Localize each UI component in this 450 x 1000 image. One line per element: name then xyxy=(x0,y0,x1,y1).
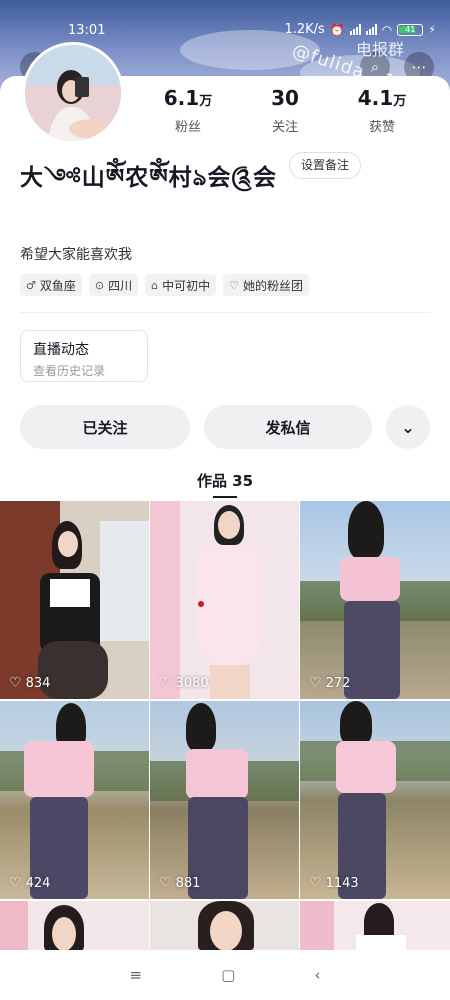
video-thumbnail[interactable]: ♡ 272 xyxy=(300,501,450,699)
stat-likes[interactable]: 4.1万 获赞 xyxy=(334,86,430,135)
tag-label: 双鱼座 xyxy=(39,278,76,293)
divider xyxy=(20,312,430,313)
tag-label: 四川 xyxy=(108,278,133,293)
works-grid: ♡ 834 ♡ 3080 ♡ 272 ♡ 424 ♡ 881 ♡ 1143 xyxy=(0,501,450,951)
chevron-down-icon[interactable]: ⌄ xyxy=(386,405,430,449)
battery-level: 41 xyxy=(405,24,416,34)
live-history-card[interactable]: 直播动态 查看历史记录 xyxy=(20,330,148,382)
heart-icon: ♡ xyxy=(159,875,172,891)
stat-label: 粉丝 xyxy=(174,120,201,135)
video-thumbnail[interactable]: ♡ 1143 xyxy=(300,701,450,899)
set-remark-button[interactable]: 设置备注 xyxy=(289,152,362,179)
avatar-image xyxy=(25,45,121,141)
heart-icon: ♡ xyxy=(9,675,22,691)
stat-followers[interactable]: 6.1万 粉丝 xyxy=(140,86,236,135)
stat-value: 6.1万 xyxy=(163,86,213,110)
status-indicators: 1.2K/s ⏰ ◠ 41 ⚡ xyxy=(284,22,436,37)
like-count: ♡ 272 xyxy=(309,675,351,691)
status-bar: 13:01 1.2K/s ⏰ ◠ 41 ⚡ xyxy=(0,0,450,38)
tag-location: ⊙ 四川 xyxy=(88,274,139,296)
profile-actions: 已关注 发私信 ⌄ xyxy=(20,405,430,449)
like-count: ♡ 1143 xyxy=(309,875,359,891)
tag-label: 中可初中 xyxy=(162,278,211,293)
avatar[interactable] xyxy=(22,42,124,144)
like-count: ♡ 834 xyxy=(9,675,51,691)
profile-bio: 希望大家能喜欢我 xyxy=(20,247,132,263)
video-thumbnail[interactable]: ♡ 881 xyxy=(150,701,299,899)
video-thumbnail[interactable] xyxy=(150,901,299,951)
status-time: 13:01 xyxy=(68,23,106,38)
school-icon: ⌂ xyxy=(151,278,159,292)
followed-button[interactable]: 已关注 xyxy=(20,405,190,449)
stat-label: 关注 xyxy=(271,120,298,135)
tag-fan-group[interactable]: ♡ 她的粉丝团 xyxy=(223,274,310,296)
gender-icon: ♂ xyxy=(26,278,36,292)
profile-tags: ♂ 双鱼座 ⊙ 四川 ⌂ 中可初中 ♡ 她的粉丝团 xyxy=(20,274,310,296)
wifi-icon: ◠ xyxy=(381,22,393,37)
stat-label: 获赞 xyxy=(368,120,395,135)
tag-school[interactable]: ⌂ 中可初中 xyxy=(145,274,217,296)
profile-nickname: 大༺山ༀ农ༀ村ঌ会༊会 xyxy=(20,165,277,191)
home-icon[interactable]: ▢ xyxy=(221,966,235,984)
signal-icon xyxy=(365,24,377,35)
stat-value: 4.1万 xyxy=(357,86,407,110)
fan-group-icon: ♡ xyxy=(229,278,239,292)
like-count: ♡ 881 xyxy=(159,875,201,891)
heart-icon: ♡ xyxy=(159,675,172,691)
heart-icon: ♡ xyxy=(309,875,322,891)
live-card-subtitle: 查看历史记录 xyxy=(33,364,106,378)
send-message-button[interactable]: 发私信 xyxy=(204,405,372,449)
video-thumbnail[interactable]: ♡ 424 xyxy=(0,701,149,899)
network-speed: 1.2K/s xyxy=(284,22,325,37)
tab-works[interactable]: 作品 35 xyxy=(0,470,450,491)
alarm-icon: ⏰ xyxy=(329,22,345,37)
like-count: ♡ 424 xyxy=(9,875,51,891)
tag-label: 她的粉丝团 xyxy=(243,278,304,293)
video-thumbnail[interactable] xyxy=(0,901,149,951)
system-navigation-bar: ≡ ▢ ‹ xyxy=(0,950,450,1000)
signal-icon xyxy=(349,24,361,35)
stat-following[interactable]: 30 关注 xyxy=(237,86,333,135)
heart-icon: ♡ xyxy=(9,875,22,891)
stat-value: 30 xyxy=(271,86,299,110)
video-thumbnail[interactable]: ♡ 834 xyxy=(0,501,149,699)
tag-zodiac: ♂ 双鱼座 xyxy=(20,274,82,296)
like-count: ♡ 3080 xyxy=(159,675,209,691)
live-card-title: 直播动态 xyxy=(33,342,89,358)
watermark-top: 电报群 xyxy=(356,36,404,60)
watermark-top-text: 电报群 xyxy=(356,40,405,59)
location-icon: ⊙ xyxy=(94,278,105,292)
profile-stats: 6.1万 粉丝 30 关注 4.1万 获赞 xyxy=(140,86,430,135)
charging-icon: ⚡ xyxy=(428,23,436,36)
tab-indicator xyxy=(213,496,237,498)
back-nav-icon[interactable]: ‹ xyxy=(314,966,320,984)
video-thumbnail[interactable]: ♡ 3080 xyxy=(150,501,299,699)
heart-icon: ♡ xyxy=(309,675,322,691)
battery-icon: 41 xyxy=(397,23,424,36)
video-thumbnail[interactable] xyxy=(300,901,450,951)
menu-icon[interactable]: ≡ xyxy=(130,966,143,984)
